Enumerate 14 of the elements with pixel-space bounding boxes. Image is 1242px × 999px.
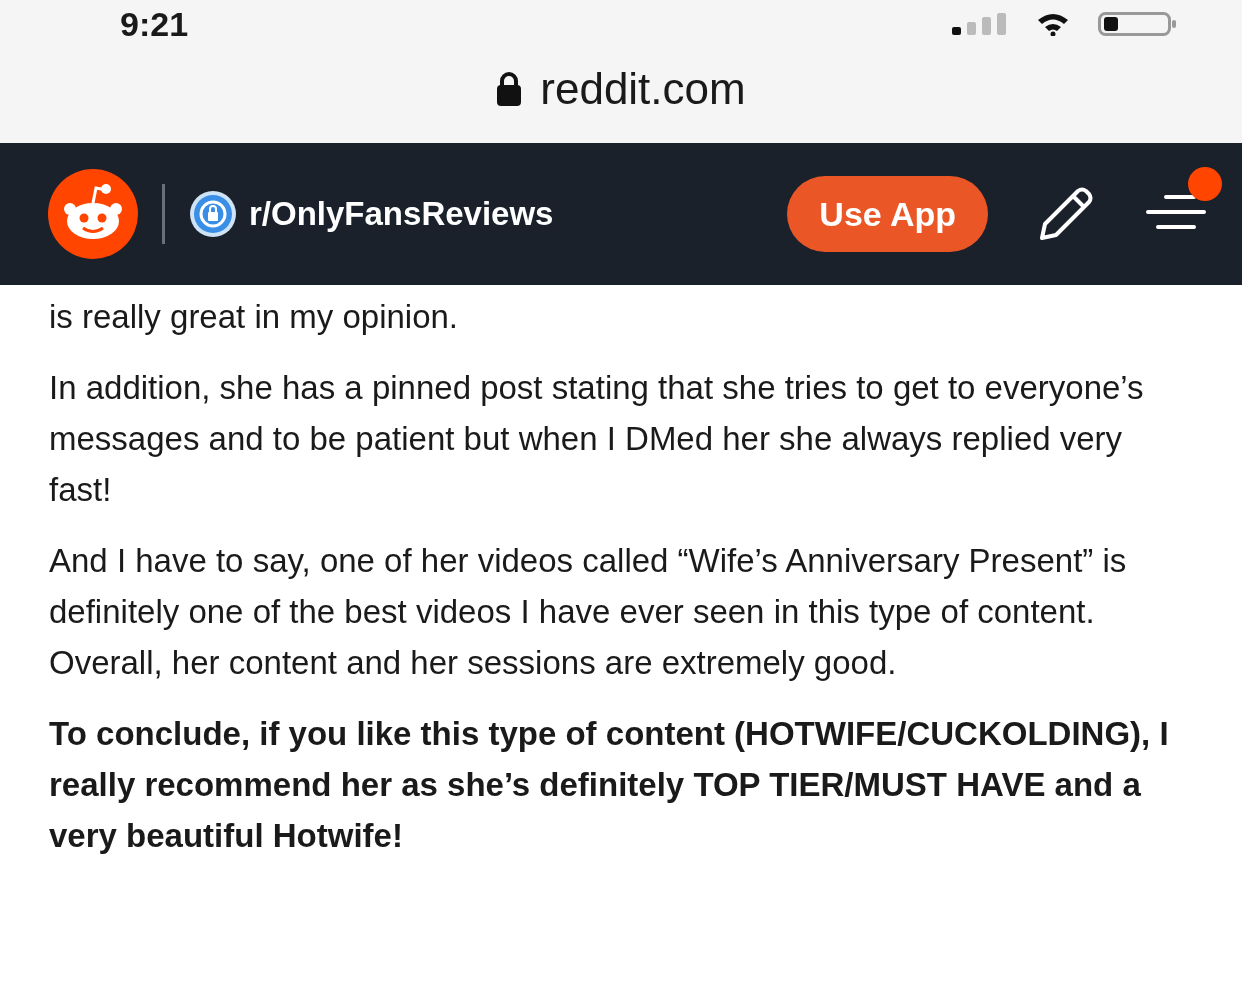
post-paragraph: is really great in my opinion. xyxy=(49,297,460,337)
url-text[interactable]: reddit.com xyxy=(540,64,746,114)
wifi-icon xyxy=(1036,12,1070,36)
post-paragraph: To conclude, if you like this type of content (HOTWIFE/CUCKOLDING), I really recommend her as she’s definitely TOP TIER/MUST HAVE and a very beautiful Hotwife! xyxy=(49,714,1170,856)
post-paragraph: In addition, she has a pinned post stating that she tries to get to everyone’s messages and to be patient but when I DMed her she always replied very fast! xyxy=(49,368,1145,510)
community-icon xyxy=(189,190,237,238)
post-paragraph: And I have to say, one of her videos called “Wife’s Anniversary Present” is definitely one of the best videos I have ever seen in this type of content. Overall, her content and her sessions are extremely good. xyxy=(49,541,1128,683)
robot-logo-icon[interactable] xyxy=(48,169,138,259)
use-app-button[interactable]: Use App xyxy=(787,176,988,252)
subreddit-name[interactable]: r/OnlyFansReviews xyxy=(249,195,788,233)
lock-icon xyxy=(496,72,523,106)
battery-icon xyxy=(1098,12,1178,36)
status-time: 9:21 xyxy=(120,6,189,42)
signal-icon xyxy=(952,13,1008,35)
